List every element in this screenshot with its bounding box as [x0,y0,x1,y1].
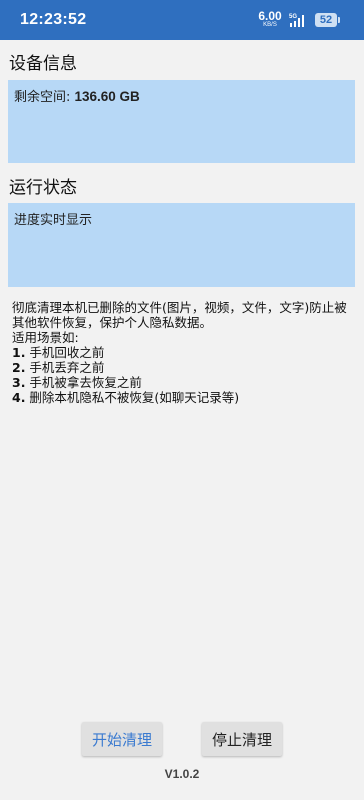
run-status-title: 运行状态 [9,178,77,198]
scenario-item: 4. 删除本机隐私不被恢复(如聊天记录等) [12,390,350,405]
run-status-panel: 进度实时显示 [8,203,355,287]
scenario-number: 3. [12,375,26,390]
status-bar: 12:23:52 6.00 KB/S 5G 52 [0,0,364,40]
status-time: 12:23:52 [20,11,87,28]
scenario-item: 2. 手机丢弃之前 [12,360,350,375]
description: 彻底清理本机已删除的文件(图片，视频，文件，文字)防止被其他软件恢复，保护个人隐… [12,300,350,405]
stop-clean-button[interactable]: 停止清理 [202,722,282,756]
device-info-title: 设备信息 [9,54,77,74]
scenario-text: 删除本机隐私不被恢复(如聊天记录等) [25,390,240,405]
start-clean-button[interactable]: 开始清理 [82,722,162,756]
scenario-item: 3. 手机被拿去恢复之前 [12,375,350,390]
free-space-label: 剩余空间: [14,90,75,105]
network-speed: 6.00 KB/S [255,10,285,28]
description-intro: 彻底清理本机已删除的文件(图片，视频，文件，文字)防止被其他软件恢复，保护个人隐… [12,300,347,330]
battery-tip [338,17,340,23]
progress-text: 进度实时显示 [14,213,93,228]
battery-icon: 52 [315,13,337,27]
scenario-text: 手机丢弃之前 [25,360,105,375]
scenario-item: 1. 手机回收之前 [12,345,350,360]
network-speed-value: 6.00 [258,9,282,23]
device-info-panel: 剩余空间: 136.60 GB [8,80,355,163]
scenario-number: 4. [12,390,26,405]
signal-label: 5G [289,14,297,20]
signal-5g-icon: 5G [289,14,304,27]
scenario-number: 1. [12,345,26,360]
free-space-value: 136.60 GB [74,89,140,104]
scenarios-title: 适用场景如: [12,330,79,345]
scenario-text: 手机回收之前 [25,345,105,360]
scenario-text: 手机被拿去恢复之前 [25,375,142,390]
version-label: V1.0.2 [164,767,200,781]
scenario-number: 2. [12,360,26,375]
